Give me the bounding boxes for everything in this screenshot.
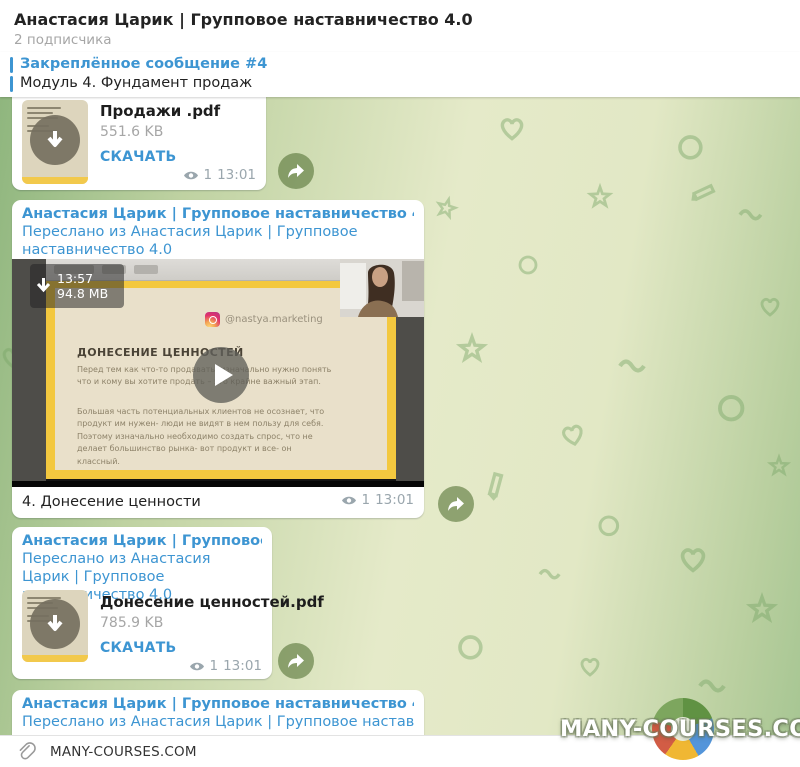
message-time: 13:01	[217, 167, 256, 183]
instagram-row: @nastya.marketing	[205, 312, 323, 327]
view-count: 1	[204, 167, 213, 183]
attachment-paperclip-icon[interactable]	[16, 741, 37, 762]
sender-name[interactable]: Анастасия Царик | Групповое наставничест…	[22, 205, 414, 223]
video-download-icon[interactable]	[37, 278, 50, 295]
play-button[interactable]	[193, 347, 249, 403]
share-button[interactable]	[438, 486, 474, 522]
message-meta: 1 13:01	[183, 167, 257, 183]
chat-message-area: Продажи .pdf 551.6 KB СКАЧАТЬ 1 13:01 Ан…	[0, 97, 800, 735]
download-circle-icon	[30, 599, 80, 649]
footer-text: MANY-COURSES.COM	[50, 744, 197, 760]
video-caption: 4. Донесение ценности	[22, 494, 201, 510]
message-time: 13:01	[223, 658, 262, 674]
file-name: Донесение ценностей.pdf	[100, 593, 324, 611]
share-arrow-icon	[447, 496, 465, 512]
share-arrow-icon	[287, 163, 305, 179]
views-eye-icon	[189, 661, 205, 672]
download-arrow-icon	[44, 613, 66, 635]
pinned-indicator	[10, 57, 13, 92]
pinned-text: Модуль 4. Фундамент продаж	[20, 75, 252, 91]
message-meta: 1 13:01	[189, 658, 263, 674]
file-thumbnail-download[interactable]	[22, 100, 88, 184]
download-link[interactable]: СКАЧАТЬ	[100, 640, 176, 656]
pinned-title: Закреплённое сообщение #4	[20, 56, 267, 72]
webcam-overlay	[340, 259, 424, 317]
message-input-bar: MANY-COURSES.COM	[0, 735, 800, 767]
download-link[interactable]: СКАЧАТЬ	[100, 149, 176, 165]
sender-name[interactable]: Анастасия Царик | Групповое наставничест…	[22, 695, 414, 713]
view-count: 1	[362, 492, 371, 508]
file-thumbnail-download[interactable]	[22, 590, 88, 662]
sender-name[interactable]: Анастасия Царик | Групповое наста...	[22, 532, 262, 550]
download-circle-icon	[30, 115, 80, 165]
chat-header: Анастасия Царик | Групповое наставничест…	[0, 0, 800, 52]
views-eye-icon	[183, 170, 199, 181]
share-button[interactable]	[278, 153, 314, 189]
message-bubble-cropped: Анастасия Царик | Групповое наставничест…	[12, 690, 424, 735]
message-meta: 1 13:01	[341, 492, 415, 508]
instagram-handle: @nastya.marketing	[225, 314, 323, 325]
video-filesize: 94.8 MB	[57, 286, 108, 301]
pinned-message-bar[interactable]: Закреплённое сообщение #4 Модуль 4. Фунд…	[0, 52, 800, 97]
video-player[interactable]: @nastya.marketing ДОНЕСЕНИЕ ЦЕННОСТЕЙ Пе…	[12, 259, 424, 487]
share-button[interactable]	[278, 643, 314, 679]
channel-title: Анастасия Царик | Групповое наставничест…	[14, 10, 473, 29]
forwarded-from[interactable]: Переслано из Анастасия Царик | Групповое…	[22, 223, 414, 259]
play-icon	[215, 364, 233, 386]
video-duration: 13:57	[57, 271, 108, 286]
message-bubble-file-2: Анастасия Царик | Групповое наста... Пер…	[12, 527, 272, 679]
subscriber-count: 2 подписчика	[14, 32, 112, 48]
video-bottom-bar	[12, 481, 424, 487]
telegram-channel-window: Анастасия Царик | Групповое наставничест…	[0, 0, 800, 767]
views-eye-icon	[341, 495, 357, 506]
instagram-icon	[205, 312, 220, 327]
message-bubble-file-1: Продажи .pdf 551.6 KB СКАЧАТЬ 1 13:01	[12, 97, 266, 190]
file-size: 785.9 KB	[100, 615, 163, 631]
view-count: 1	[210, 658, 219, 674]
message-time: 13:01	[375, 492, 414, 508]
video-info-overlay: 13:57 94.8 MB	[30, 264, 124, 308]
file-size: 551.6 KB	[100, 124, 163, 140]
share-arrow-icon	[287, 653, 305, 669]
message-bubble-video: Анастасия Царик | Групповое наставничест…	[12, 200, 424, 518]
forwarded-from[interactable]: Переслано из Анастасия Царик | Групповое…	[22, 713, 414, 731]
download-arrow-icon	[44, 129, 66, 151]
slide-paragraph: Большая часть потенциальных клиентов не …	[77, 406, 337, 468]
file-name: Продажи .pdf	[100, 102, 220, 120]
